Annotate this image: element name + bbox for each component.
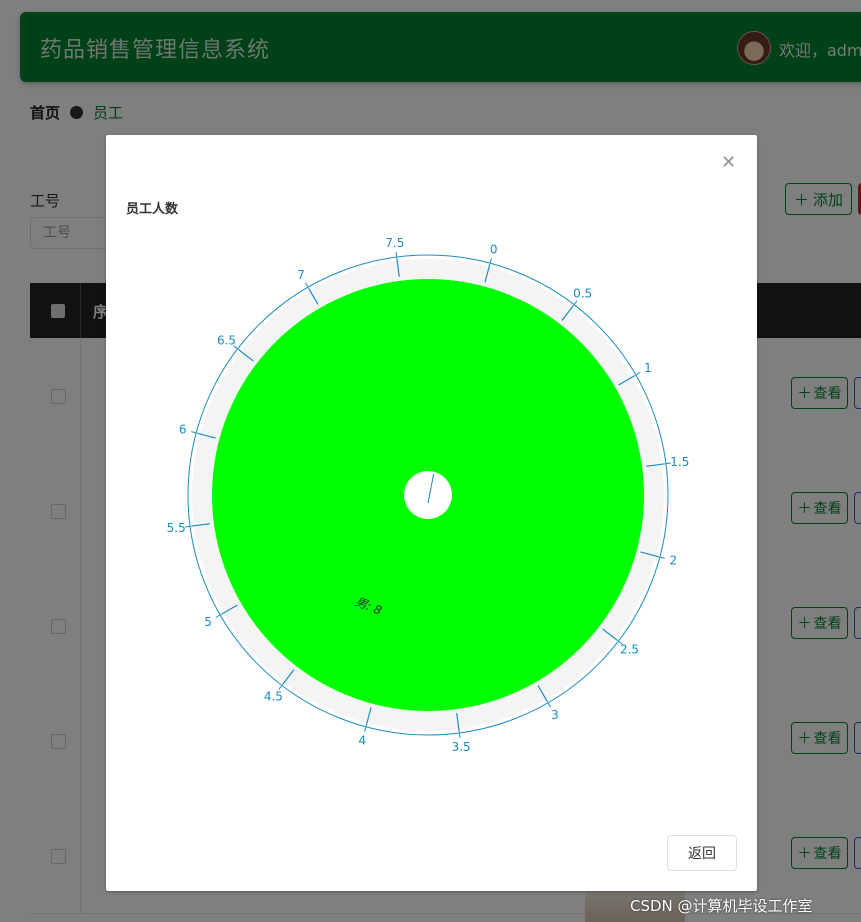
back-button[interactable]: 返回 <box>667 835 737 871</box>
gauge-tick-label: 7 <box>297 268 305 282</box>
gauge-tick-label: 7.5 <box>385 236 404 250</box>
gauge-tick-label: 6.5 <box>217 333 236 347</box>
gauge-tick <box>185 525 191 528</box>
gauge-chart: 00.511.522.533.544.555.566.577.5男: 8 <box>167 236 690 754</box>
gauge-tick-label: 0 <box>490 243 498 257</box>
gauge-tick <box>458 732 461 738</box>
gauge-tick <box>395 252 398 258</box>
gauge-tick-label: 6 <box>179 422 187 436</box>
gauge-tick <box>573 300 578 305</box>
gauge-center-hole <box>404 471 452 519</box>
gauge-tick <box>489 258 492 264</box>
gauge-tick-label: 4 <box>358 733 366 747</box>
gauge-tick-label: 3 <box>551 708 559 722</box>
gauge-tick <box>547 702 551 708</box>
gauge-tick <box>364 726 367 732</box>
gauge-tick-label: 0.5 <box>573 286 592 300</box>
watermark: CSDN @计算机毕设工作室 <box>630 897 813 915</box>
gauge-tick <box>635 372 641 376</box>
gauge-tick <box>191 431 197 434</box>
gauge-tick-label: 3.5 <box>452 740 471 754</box>
gauge-tick-label: 2 <box>670 554 678 568</box>
gauge-tick-label: 5 <box>204 615 212 629</box>
chart-dialog: ✕ 员工人数 0 0.5 1 1.5 2 2.5 3 3.5 4 4.5 5 5.5 6 6.5 7 7.5 男… <box>106 135 757 891</box>
gauge-tick-label: 4.5 <box>264 690 283 704</box>
gauge-tick <box>215 614 221 618</box>
gauge-tick-label: 5.5 <box>167 521 186 535</box>
gauge-tick-label: 1 <box>644 361 652 375</box>
gauge-tick-label: 2.5 <box>620 643 639 657</box>
gauge-tick-label: 1.5 <box>670 455 689 469</box>
gauge-tick <box>659 556 665 559</box>
gauge-tick <box>305 282 309 288</box>
